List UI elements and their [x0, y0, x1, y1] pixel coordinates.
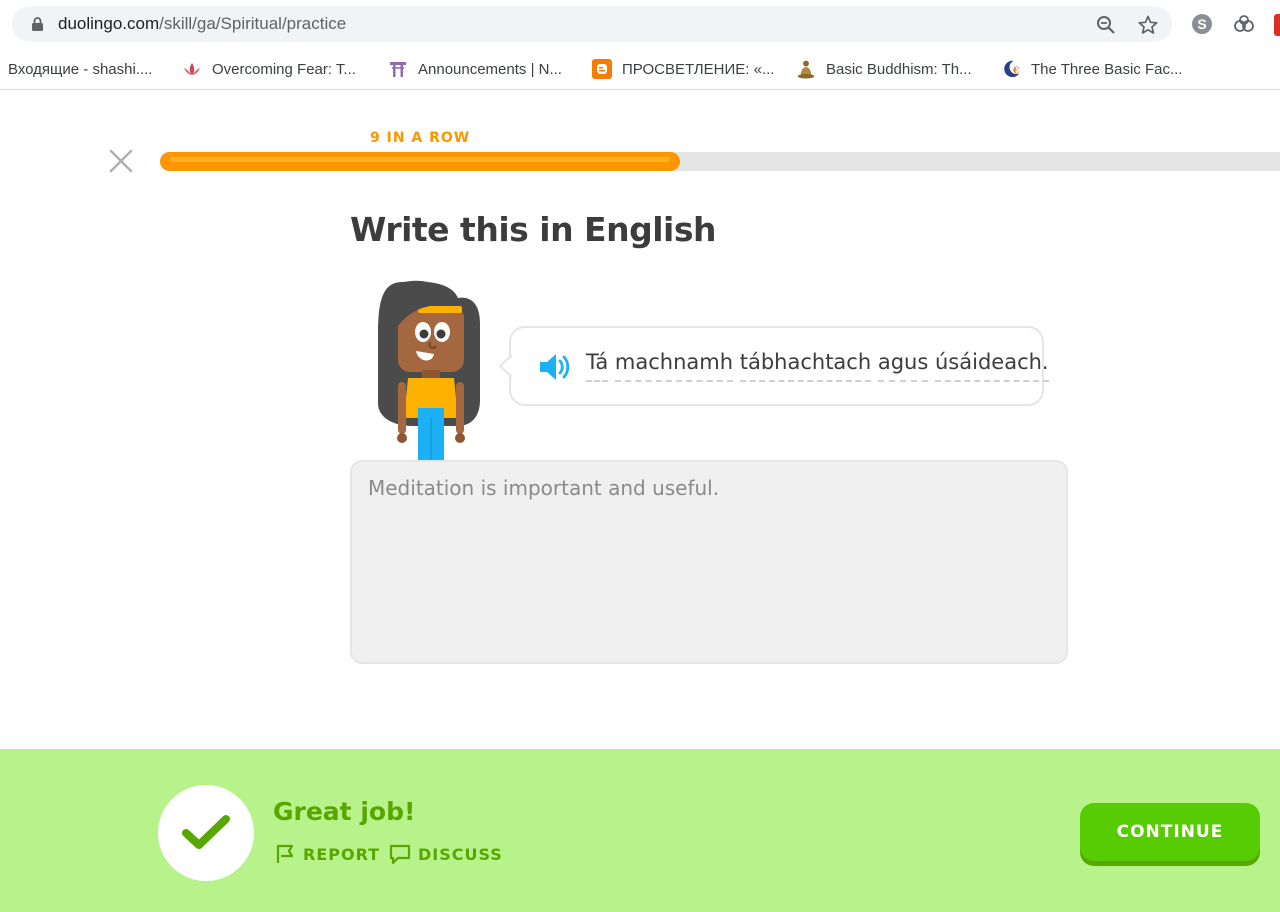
buddha-icon: [796, 59, 816, 79]
profile-edge: [1274, 14, 1280, 36]
bookmark-label: Announcements | N...: [418, 60, 562, 78]
browser-toolbar: duolingo.com/skill/ga/Spiritual/practice…: [0, 0, 1280, 48]
lotus-icon: [182, 59, 202, 79]
zoom-icon[interactable]: [1096, 15, 1116, 35]
continue-button[interactable]: CONTINUE: [1080, 803, 1260, 861]
discuss-button[interactable]: DISCUSS: [388, 843, 503, 865]
bookmark-item[interactable]: Announcements | N...: [388, 56, 562, 82]
bookmark-item[interactable]: Входящие - shashi....: [8, 56, 152, 82]
sentence-word[interactable]: Tá: [586, 350, 609, 382]
bookmark-label: Overcoming Fear: T...: [212, 60, 356, 78]
torii-icon: [388, 59, 408, 79]
url-path: /skill/ga/Spiritual/practice: [159, 14, 347, 33]
feedback-message: Great job!: [273, 797, 416, 826]
close-icon[interactable]: [108, 148, 134, 174]
moon-icon: €: [1001, 59, 1021, 79]
progress-highlight: [170, 157, 670, 162]
address-bar[interactable]: duolingo.com/skill/ga/Spiritual/practice: [12, 6, 1172, 42]
character-illustration: [378, 280, 480, 462]
report-label: REPORT: [303, 844, 381, 864]
bubble-tail: [498, 355, 512, 377]
discuss-label: DISCUSS: [418, 844, 503, 864]
url-text[interactable]: duolingo.com/skill/ga/Spiritual/practice: [58, 14, 346, 34]
sentence-word[interactable]: úsáideach.: [935, 350, 1049, 382]
flag-icon: [276, 844, 294, 863]
progress-fill: [160, 152, 680, 171]
bookmarks-bar: Входящие - shashi.... Overcoming Fear: T…: [0, 48, 1280, 90]
prompt-sentence: Tá machnamh tábhachtach agus úsáideach.: [586, 350, 1049, 382]
prompt-title: Write this in English: [350, 210, 716, 249]
bookmark-label: Basic Buddhism: Th...: [826, 60, 972, 78]
url-host: duolingo.com: [58, 14, 160, 33]
progress-bar: [160, 152, 1280, 171]
blogger-icon: [592, 59, 612, 79]
bookmark-item[interactable]: € The Three Basic Fac...: [1001, 56, 1182, 82]
lock-icon: [32, 17, 43, 31]
extension-icon[interactable]: [1233, 13, 1255, 35]
report-button[interactable]: REPORT: [275, 843, 380, 865]
speaker-icon[interactable]: [538, 352, 574, 382]
bookmark-label: Входящие - shashi....: [8, 60, 153, 78]
star-icon[interactable]: [1138, 15, 1158, 35]
svg-text:S: S: [1197, 16, 1206, 32]
streak-label: 9 IN A ROW: [370, 130, 471, 146]
sentence-word[interactable]: machnamh: [614, 350, 734, 382]
skype-icon[interactable]: S: [1191, 13, 1213, 35]
comment-icon: [389, 844, 411, 865]
success-badge: [158, 785, 254, 881]
svg-text:€: €: [1012, 66, 1019, 77]
bookmark-label: ПРОСВЕТЛЕНИЕ: «...: [622, 60, 775, 78]
bookmark-item[interactable]: Basic Buddhism: Th...: [796, 56, 972, 82]
answer-input[interactable]: Meditation is important and useful.: [350, 460, 1068, 664]
sentence-word[interactable]: tábhachtach: [739, 350, 872, 382]
bookmark-item[interactable]: ПРОСВЕТЛЕНИЕ: «...: [592, 56, 774, 82]
checkmark-icon: [182, 815, 230, 849]
sentence-word[interactable]: agus: [877, 350, 929, 382]
bookmark-label: The Three Basic Fac...: [1031, 60, 1183, 78]
bookmark-item[interactable]: Overcoming Fear: T...: [182, 56, 356, 82]
